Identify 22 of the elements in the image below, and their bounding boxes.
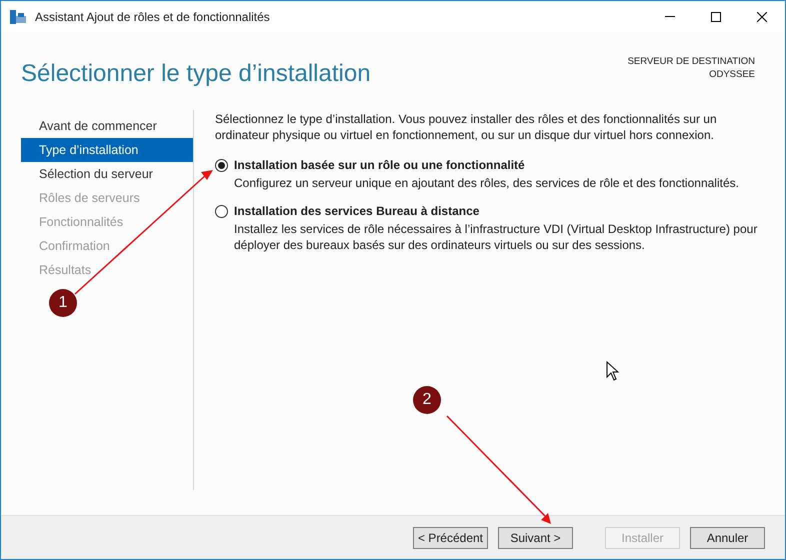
- radio-button[interactable]: [215, 204, 228, 218]
- wizard-button[interactable]: Suivant >: [498, 526, 573, 548]
- wizard-button[interactable]: < Précédent: [413, 526, 488, 548]
- wizard-button[interactable]: Annuler: [690, 526, 765, 548]
- option-label[interactable]: Installation des services Bureau à distance: [234, 202, 480, 220]
- page-title: Sélectionner le type d’installation: [21, 59, 371, 89]
- option-description: Configurez un serveur unique en ajoutant des rôles, des services de rôle et des fonctionnalités.: [233, 175, 740, 191]
- intro-text: Sélectionnez le type d’installation. Vous pouvez installer des rôles et des fonctionnalités sur un ordinateur physique ou virtuel en fonctionnement, ou sur un disque dur virtuel hors connexion.: [215, 111, 718, 143]
- close-icon: [757, 12, 767, 22]
- destination-label: SERVEUR DE DESTINATION: [628, 55, 755, 68]
- destination-server: ODYSSEE: [709, 68, 755, 81]
- radio-button[interactable]: [215, 158, 228, 172]
- option-description: Installez les services de rôle nécessaires à l’infrastructure VDI (Virtual Desktop Infrastructure) pour déployer des bureaux basés sur des ordinateurs virtuels ou sur des sessions.: [233, 221, 758, 253]
- minimize-icon: [665, 16, 675, 17]
- window-title: Assistant Ajout de rôles et de fonctionnalités: [35, 8, 270, 26]
- mouse-pointer-icon: [606, 361, 619, 381]
- sidebar-item[interactable]: Avant de commencer: [21, 114, 159, 138]
- option-label[interactable]: Installation basée sur un rôle ou une fonctionnalité: [234, 156, 525, 174]
- app-icon: [9, 8, 27, 24]
- sidebar-item[interactable]: Sélection du serveur: [21, 162, 155, 186]
- sidebar-item[interactable]: Type d’installation: [21, 138, 193, 162]
- maximize-icon: [711, 12, 721, 22]
